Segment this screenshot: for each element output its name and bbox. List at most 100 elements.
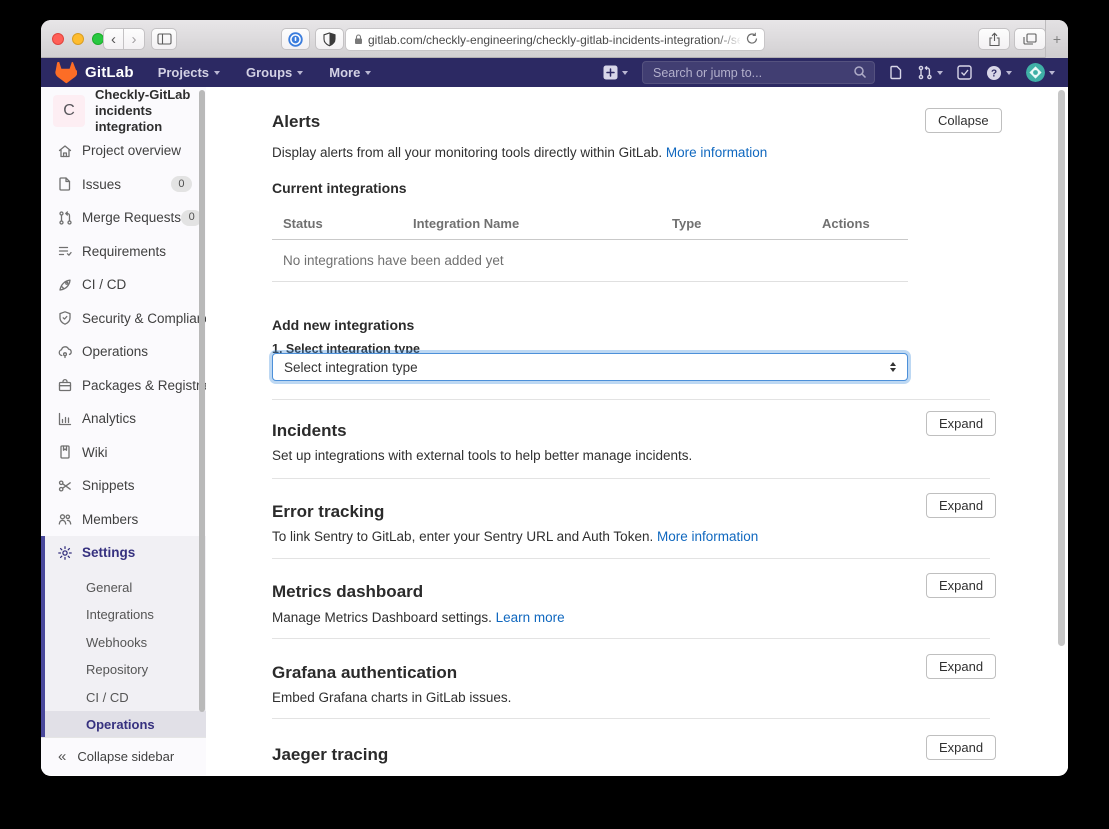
- settings-sub-integrations[interactable]: Integrations: [45, 601, 206, 629]
- navbar-right: ?: [603, 61, 1055, 84]
- plus-square-icon: [603, 65, 618, 80]
- metrics-dashboard-description: Manage Metrics Dashboard settings. Learn…: [272, 609, 565, 626]
- shield-icon: [323, 32, 336, 47]
- home-icon: [57, 143, 73, 159]
- new-menu-button[interactable]: [603, 65, 628, 80]
- menu-groups[interactable]: Groups: [246, 65, 303, 80]
- sidebar-item-label: Merge Requests: [82, 210, 181, 225]
- alerts-description-text: Display alerts from all your monitoring …: [272, 145, 662, 160]
- sidebar-item-project-overview[interactable]: Project overview: [41, 134, 206, 168]
- lock-icon: [354, 34, 363, 45]
- gitlab-brand[interactable]: GitLab: [54, 62, 134, 84]
- jaeger-tracing-title: Jaeger tracing: [272, 743, 388, 767]
- url-text: gitlab.com/checkly-engineering/checkly-g…: [368, 33, 740, 47]
- settings-sub-repository[interactable]: Repository: [45, 656, 206, 684]
- forward-button[interactable]: ›: [124, 28, 145, 50]
- sidebar-scrollbar[interactable]: [199, 90, 205, 712]
- sidebar-item-members[interactable]: Members: [41, 503, 206, 537]
- sidebar-item-security-compliance[interactable]: Security & Compliance: [41, 302, 206, 336]
- sidebar-item-label: Members: [82, 512, 192, 527]
- menu-projects-label: Projects: [158, 65, 209, 80]
- sidebar-item-label: Operations: [82, 344, 192, 359]
- project-name: Checkly-GitLab incidents integration: [95, 87, 194, 135]
- sidebar-item-ci-cd[interactable]: CI / CD: [41, 268, 206, 302]
- sidebar-item-label: Issues: [82, 177, 171, 192]
- column-actions: Actions: [822, 216, 870, 231]
- metrics-dashboard-learn-more-link[interactable]: Learn more: [496, 610, 565, 625]
- issues-icon: [57, 176, 73, 192]
- tabs-icon: [1023, 33, 1037, 46]
- sidebar-item-label: Analytics: [82, 411, 192, 426]
- page-scrollbar[interactable]: [1058, 90, 1065, 646]
- menu-more[interactable]: More: [329, 65, 371, 80]
- browser-sidebar-toggle-button[interactable]: [151, 28, 177, 50]
- current-integrations-title: Current integrations: [272, 180, 407, 196]
- integrations-table-header: Status Integration Name Type Actions: [272, 207, 908, 240]
- issues-nav-button[interactable]: [889, 65, 903, 80]
- empty-table-row: No integrations have been added yet: [272, 240, 908, 282]
- chevron-down-icon: [1049, 71, 1055, 75]
- rocket-icon: [57, 277, 73, 293]
- collapse-chevrons-icon: «: [58, 748, 66, 765]
- minimize-window-button[interactable]: [72, 33, 84, 45]
- sidebar-item-packages-registries[interactable]: Packages & Registries: [41, 369, 206, 403]
- error-tracking-title: Error tracking: [272, 500, 384, 524]
- sidebar-item-settings[interactable]: Settings: [45, 536, 206, 570]
- jaeger-expand-button[interactable]: Expand: [926, 735, 996, 760]
- users-icon: [57, 511, 73, 527]
- integration-type-select[interactable]: Select integration type: [272, 353, 908, 381]
- search-input[interactable]: [642, 61, 875, 84]
- reload-button[interactable]: [746, 32, 758, 45]
- sidebar-item-requirements[interactable]: Requirements: [41, 235, 206, 269]
- sidebar-item-issues[interactable]: Issues 0: [41, 168, 206, 202]
- collapse-sidebar-button[interactable]: « Collapse sidebar: [41, 737, 206, 775]
- alerts-collapse-button[interactable]: Collapse: [925, 108, 1002, 133]
- help-nav-button[interactable]: ?: [986, 65, 1012, 81]
- shield-extension-button[interactable]: [315, 28, 344, 50]
- sidebar-item-operations[interactable]: Operations: [41, 335, 206, 369]
- sidebar-item-analytics[interactable]: Analytics: [41, 402, 206, 436]
- project-context[interactable]: C Checkly-GitLab incidents integration: [41, 87, 206, 134]
- grafana-expand-button[interactable]: Expand: [926, 654, 996, 679]
- incidents-expand-button[interactable]: Expand: [926, 411, 996, 436]
- close-window-button[interactable]: [52, 33, 64, 45]
- share-button[interactable]: [978, 28, 1010, 50]
- tab-overview-button[interactable]: [1014, 28, 1046, 50]
- main-content: Alerts Collapse Display alerts from all …: [206, 87, 1068, 775]
- gitlab-brand-label: GitLab: [85, 64, 134, 81]
- sidebar-item-label: Wiki: [82, 445, 192, 460]
- select-arrows-icon: [890, 362, 896, 373]
- settings-sub-operations[interactable]: Operations: [45, 711, 206, 739]
- menu-projects[interactable]: Projects: [158, 65, 220, 80]
- error-tracking-description-text: To link Sentry to GitLab, enter your Sen…: [272, 529, 653, 544]
- merge-requests-nav-button[interactable]: [917, 65, 943, 80]
- merge-request-icon: [917, 65, 933, 80]
- alerts-description: Display alerts from all your monitoring …: [272, 144, 767, 161]
- alerts-more-information-link[interactable]: More information: [666, 145, 767, 160]
- incidents-title: Incidents: [272, 419, 347, 443]
- navbar-menu: Projects Groups More: [158, 65, 372, 80]
- error-tracking-more-information-link[interactable]: More information: [657, 529, 758, 544]
- gear-icon: [57, 545, 73, 561]
- onepassword-extension-button[interactable]: [281, 28, 310, 50]
- settings-sub-list: General Integrations Webhooks Repository…: [45, 570, 206, 745]
- menu-groups-label: Groups: [246, 65, 292, 80]
- sidebar-item-merge-requests[interactable]: Merge Requests 0: [41, 201, 206, 235]
- browser-window: ‹ › gitlab.com/checkly-engineering/check…: [41, 20, 1068, 776]
- column-type: Type: [672, 216, 701, 231]
- settings-sub-webhooks[interactable]: Webhooks: [45, 629, 206, 657]
- titlebar: ‹ › gitlab.com/checkly-engineering/check…: [41, 20, 1068, 58]
- url-bar[interactable]: gitlab.com/checkly-engineering/checkly-g…: [345, 28, 765, 51]
- back-button[interactable]: ‹: [103, 28, 124, 50]
- error-tracking-description: To link Sentry to GitLab, enter your Sen…: [272, 528, 758, 545]
- todos-nav-button[interactable]: [957, 65, 972, 80]
- new-tab-button[interactable]: +: [1045, 20, 1068, 58]
- metrics-dashboard-expand-button[interactable]: Expand: [926, 573, 996, 598]
- settings-sub-general[interactable]: General: [45, 574, 206, 602]
- settings-sub-ci-cd[interactable]: CI / CD: [45, 684, 206, 712]
- error-tracking-expand-button[interactable]: Expand: [926, 493, 996, 518]
- sidebar-item-snippets[interactable]: Snippets: [41, 469, 206, 503]
- metrics-dashboard-title: Metrics dashboard: [272, 580, 423, 604]
- sidebar-item-wiki[interactable]: Wiki: [41, 436, 206, 470]
- user-menu-button[interactable]: [1026, 63, 1055, 82]
